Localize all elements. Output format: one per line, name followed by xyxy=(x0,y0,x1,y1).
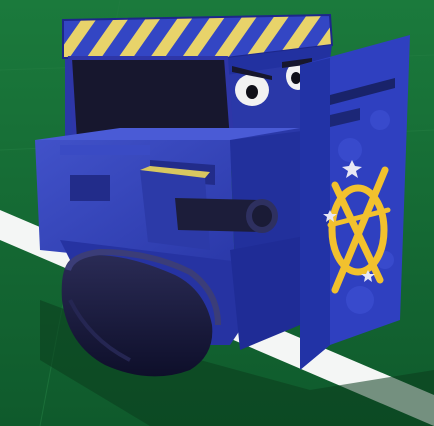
robot[interactable] xyxy=(35,13,410,377)
gun-barrel xyxy=(175,198,278,233)
body-vent xyxy=(70,175,110,201)
game-scene xyxy=(0,0,434,426)
robot-face-panel xyxy=(70,58,232,140)
robot-shield xyxy=(300,35,410,370)
game-viewport xyxy=(0,0,434,426)
